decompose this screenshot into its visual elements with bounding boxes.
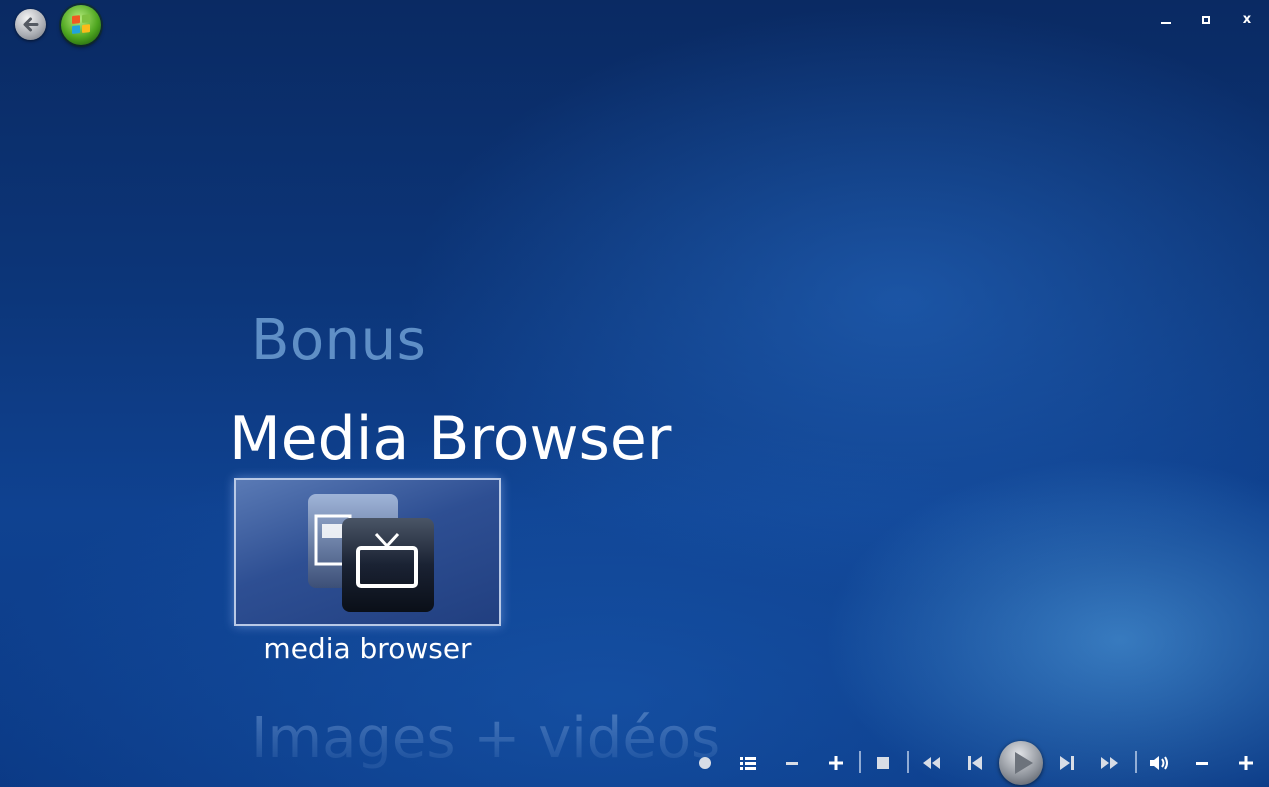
menu-item-current[interactable]: Media Browser <box>229 404 671 474</box>
back-button[interactable] <box>15 9 46 40</box>
channel-down-button[interactable] <box>780 752 804 774</box>
play-icon <box>1015 752 1033 774</box>
fast-forward-icon <box>1101 757 1118 769</box>
restore-button[interactable] <box>1198 12 1216 28</box>
volume-icon <box>1150 756 1168 770</box>
minimize-icon <box>1161 22 1171 24</box>
minus-icon <box>786 762 798 765</box>
media-browser-tile[interactable] <box>234 478 501 626</box>
skip-next-icon <box>1060 756 1074 770</box>
next-button[interactable] <box>1055 752 1079 774</box>
record-icon <box>699 757 711 769</box>
windows-media-center-orb-icon <box>72 14 91 35</box>
guide-button[interactable] <box>736 752 760 774</box>
stop-button[interactable] <box>871 752 895 774</box>
restore-icon <box>1202 16 1210 24</box>
minus-icon <box>1196 762 1208 765</box>
rewind-icon <box>923 757 940 769</box>
plus-icon <box>1239 756 1253 770</box>
fast-forward-button[interactable] <box>1098 752 1122 774</box>
separator <box>907 751 909 773</box>
tile-label: media browser <box>263 632 472 665</box>
mute-button[interactable] <box>1147 752 1171 774</box>
rewind-button[interactable] <box>919 752 943 774</box>
separator <box>859 751 861 773</box>
previous-button[interactable] <box>963 752 987 774</box>
separator <box>1135 751 1137 773</box>
start-button[interactable] <box>61 5 101 45</box>
minimize-button[interactable] <box>1157 12 1175 28</box>
channel-up-button[interactable] <box>824 752 848 774</box>
menu-item-next[interactable]: Images + vidéos <box>251 706 720 771</box>
record-button[interactable] <box>693 752 717 774</box>
plus-icon <box>829 756 843 770</box>
volume-up-button[interactable] <box>1234 752 1258 774</box>
stop-icon <box>877 757 889 769</box>
close-button[interactable]: x <box>1238 12 1256 28</box>
media-browser-icon <box>308 494 434 612</box>
volume-down-button[interactable] <box>1190 752 1214 774</box>
play-button[interactable] <box>999 741 1043 785</box>
back-arrow-icon <box>23 17 39 32</box>
skip-previous-icon <box>968 756 982 770</box>
menu-item-bonus[interactable]: Bonus <box>251 308 426 373</box>
list-icon <box>740 757 756 770</box>
